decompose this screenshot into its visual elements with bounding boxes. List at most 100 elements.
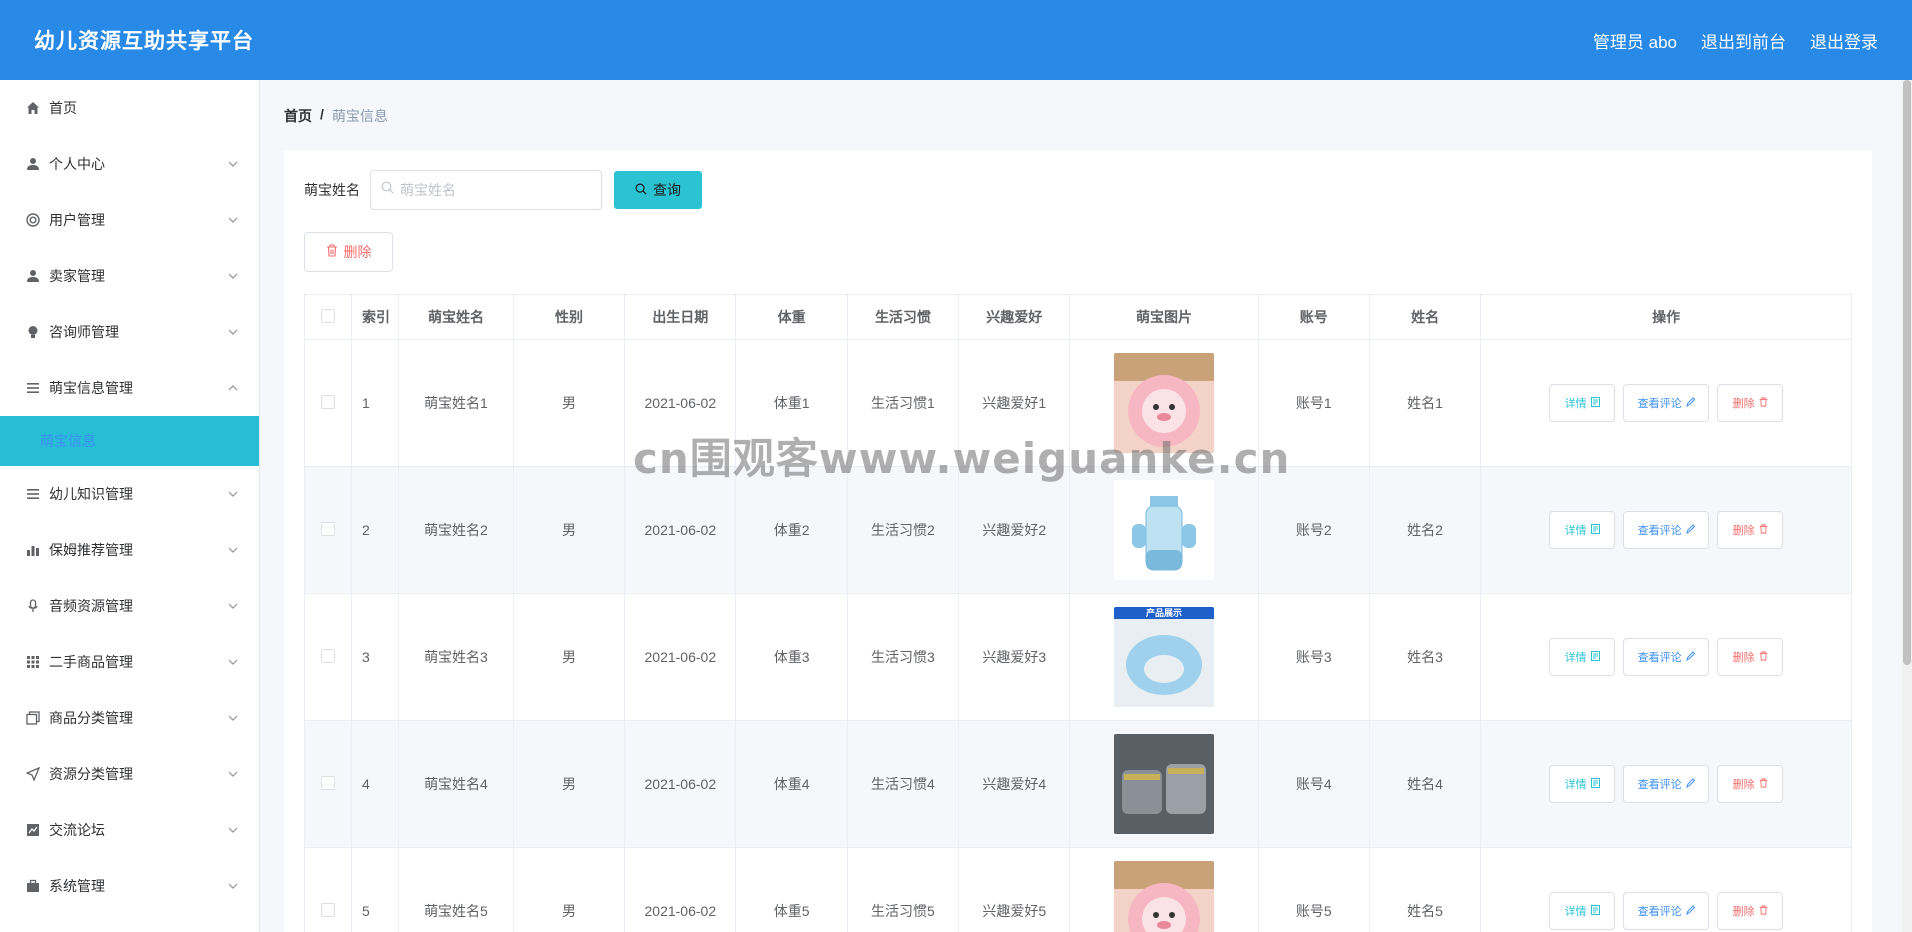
baby-photo[interactable] bbox=[1114, 353, 1214, 453]
admin-user-label[interactable]: 管理员 abo bbox=[1593, 28, 1677, 53]
view-comments-button[interactable]: 查看评论 bbox=[1623, 511, 1710, 549]
cell-weight: 体重5 bbox=[735, 847, 848, 932]
edit-icon bbox=[1685, 396, 1695, 410]
sidebar-item-resource-category[interactable]: 资源分类管理 bbox=[0, 746, 259, 802]
row-checkbox[interactable] bbox=[321, 775, 336, 790]
detail-button[interactable]: 详情 bbox=[1549, 638, 1616, 676]
cell-realname: 姓名4 bbox=[1368, 720, 1482, 848]
row-select-cell bbox=[303, 339, 353, 467]
sidebar-item-nanny[interactable]: 保姆推荐管理 bbox=[0, 522, 259, 578]
trash-icon bbox=[326, 244, 338, 260]
thumb-caption: @贝特 bbox=[1150, 481, 1178, 491]
row-delete-button[interactable]: 删除 bbox=[1717, 892, 1784, 930]
exit-to-front-link[interactable]: 退出到前台 bbox=[1701, 28, 1786, 53]
cell-realname: 姓名5 bbox=[1368, 847, 1482, 932]
sidebar-item-baby-info[interactable]: 萌宝信息管理 bbox=[0, 360, 259, 416]
col-header: 性别 bbox=[512, 294, 626, 340]
cell-index: 2 bbox=[351, 466, 400, 594]
sidebar-item-forum[interactable]: 交流论坛 bbox=[0, 802, 259, 858]
row-checkbox[interactable] bbox=[321, 902, 336, 917]
sidebar-item-system[interactable]: 系统管理 bbox=[0, 858, 259, 914]
detail-button[interactable]: 详情 bbox=[1549, 511, 1616, 549]
table-row: 3 萌宝姓名3 男 2021-06-02 体重3 生活习惯3 兴趣爱好3 产品展示 账号3 姓名3… bbox=[303, 593, 1852, 721]
breadcrumb-home[interactable]: 首页 bbox=[284, 106, 312, 126]
row-checkbox[interactable] bbox=[321, 394, 336, 409]
cell-baby-name: 萌宝姓名3 bbox=[398, 593, 514, 721]
sidebar-subitem-baby-info[interactable]: 萌宝信息 bbox=[0, 416, 259, 466]
cell-account: 账号5 bbox=[1257, 847, 1370, 932]
scrollbar-thumb[interactable] bbox=[1903, 80, 1911, 665]
row-checkbox[interactable] bbox=[321, 648, 336, 663]
batch-delete-button[interactable]: 删除 bbox=[304, 232, 393, 272]
cell-weight: 体重1 bbox=[735, 339, 848, 467]
sidebar-item-profile[interactable]: 个人中心 bbox=[0, 136, 259, 192]
cell-index: 5 bbox=[351, 847, 400, 932]
search-icon bbox=[635, 182, 647, 198]
baby-photo[interactable]: 产品展示 bbox=[1114, 607, 1214, 707]
chevron-down-icon bbox=[227, 270, 239, 282]
view-comments-button[interactable]: 查看评论 bbox=[1623, 892, 1710, 930]
edit-icon bbox=[1685, 777, 1695, 791]
sidebar-item-audio[interactable]: 音频资源管理 bbox=[0, 578, 259, 634]
row-delete-button[interactable]: 删除 bbox=[1717, 384, 1784, 422]
view-comments-button[interactable]: 查看评论 bbox=[1623, 638, 1710, 676]
detail-button[interactable]: 详情 bbox=[1549, 384, 1616, 422]
search-bar: 萌宝姓名 查询 bbox=[304, 170, 702, 210]
chevron-down-icon bbox=[227, 326, 239, 338]
row-select-cell bbox=[303, 466, 353, 594]
send-icon bbox=[25, 767, 40, 782]
baby-photo[interactable] bbox=[1114, 861, 1214, 932]
sidebar-item-secondhand[interactable]: 二手商品管理 bbox=[0, 634, 259, 690]
row-delete-button[interactable]: 删除 bbox=[1717, 511, 1784, 549]
cell-habit: 生活习惯5 bbox=[846, 847, 960, 932]
page-scrollbar[interactable] bbox=[1902, 80, 1912, 932]
row-checkbox[interactable] bbox=[321, 521, 336, 536]
copy-icon bbox=[25, 711, 40, 726]
bulb-icon bbox=[25, 325, 40, 340]
cell-gender: 男 bbox=[512, 339, 626, 467]
app-title: 幼儿资源互助共享平台 bbox=[34, 30, 254, 53]
chevron-down-icon bbox=[227, 544, 239, 556]
query-button[interactable]: 查询 bbox=[614, 171, 702, 209]
cell-actions: 详情 查看评论 删除 bbox=[1480, 847, 1852, 932]
briefcase-icon bbox=[25, 879, 40, 894]
document-icon bbox=[1590, 523, 1600, 537]
baby-photo[interactable]: @贝特 bbox=[1114, 480, 1214, 580]
detail-button[interactable]: 详情 bbox=[1549, 765, 1616, 803]
cell-index: 1 bbox=[351, 339, 400, 467]
sidebar-item-consultants[interactable]: 咨询师管理 bbox=[0, 304, 259, 360]
cell-habit: 生活习惯1 bbox=[846, 339, 960, 467]
row-delete-button[interactable]: 删除 bbox=[1717, 765, 1784, 803]
cell-image bbox=[1069, 847, 1259, 932]
col-header: 萌宝姓名 bbox=[398, 294, 514, 340]
sidebar-item-product-category[interactable]: 商品分类管理 bbox=[0, 690, 259, 746]
search-input[interactable] bbox=[400, 182, 590, 198]
document-icon bbox=[1590, 396, 1600, 410]
view-comments-button[interactable]: 查看评论 bbox=[1623, 765, 1710, 803]
row-delete-button[interactable]: 删除 bbox=[1717, 638, 1784, 676]
document-icon bbox=[1590, 650, 1600, 664]
detail-button[interactable]: 详情 bbox=[1549, 892, 1616, 930]
cell-actions: 详情 查看评论 删除 bbox=[1480, 720, 1852, 848]
baby-photo[interactable] bbox=[1114, 734, 1214, 834]
sidebar-item-knowledge[interactable]: 幼儿知识管理 bbox=[0, 466, 259, 522]
sidebar-item-users[interactable]: 用户管理 bbox=[0, 192, 259, 248]
cell-baby-name: 萌宝姓名4 bbox=[398, 720, 514, 848]
sidebar-item-sellers[interactable]: 卖家管理 bbox=[0, 248, 259, 304]
table-header-row: 索引 萌宝姓名 性别 出生日期 体重 生活习惯 兴趣爱好 萌宝图片 账号 姓名 … bbox=[303, 294, 1852, 340]
search-icon bbox=[381, 181, 394, 199]
sidebar-item-home[interactable]: 首页 bbox=[0, 80, 259, 136]
cell-image bbox=[1069, 720, 1259, 848]
select-all-checkbox[interactable] bbox=[321, 308, 336, 323]
view-comments-button[interactable]: 查看评论 bbox=[1623, 384, 1710, 422]
trash-icon bbox=[1759, 650, 1768, 664]
col-header: 生活习惯 bbox=[846, 294, 960, 340]
chevron-down-icon bbox=[227, 488, 239, 500]
cell-account: 账号4 bbox=[1257, 720, 1370, 848]
document-icon bbox=[1590, 777, 1600, 791]
lifebuoy-icon bbox=[25, 213, 40, 228]
sidebar: 首页 个人中心 用户管理 卖家管理 咨询师管理 萌宝信息管理 萌宝信息 幼儿知识… bbox=[0, 80, 260, 932]
chevron-down-icon bbox=[227, 214, 239, 226]
cell-realname: 姓名3 bbox=[1368, 593, 1482, 721]
logout-link[interactable]: 退出登录 bbox=[1810, 28, 1878, 53]
